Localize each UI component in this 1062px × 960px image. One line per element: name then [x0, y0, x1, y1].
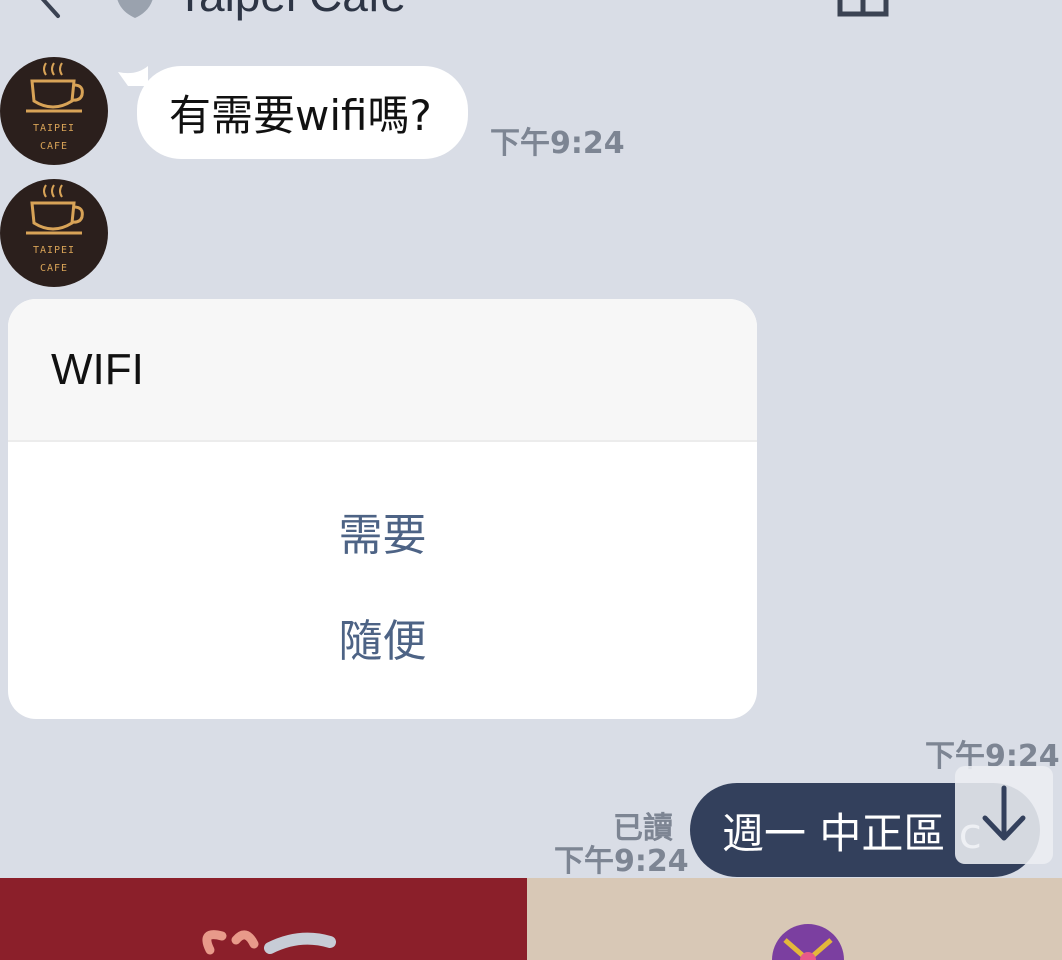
card-header: WIFI [8, 299, 757, 442]
bubble-tail [118, 66, 148, 86]
sent-time: 下午9:24 [554, 844, 689, 879]
image-preview[interactable] [0, 878, 527, 960]
avatar-text-2: CAFE [39, 263, 69, 274]
arrow-down-icon [982, 785, 1026, 841]
option-need-button[interactable]: 需要 [8, 499, 757, 563]
menu-button[interactable] [968, 0, 1008, 6]
avatar[interactable]: TAIPEI CAFE [0, 57, 108, 165]
image-graphic [772, 924, 844, 960]
sent-message-text: 週一 中正區 c [722, 808, 982, 858]
scroll-to-bottom-button[interactable] [955, 766, 1053, 864]
avatar[interactable]: TAIPEI CAFE [0, 179, 108, 287]
message-text: 有需要wifi嗎? [169, 91, 432, 140]
shield-icon [112, 0, 158, 20]
home-button[interactable] [836, 0, 890, 18]
image-preview[interactable] [527, 878, 1062, 960]
back-button[interactable] [26, 0, 74, 20]
card-title: WIFI [51, 344, 144, 394]
home-icon [837, 0, 889, 17]
message-time: 下午9:24 [490, 126, 625, 161]
avatar-text-1: TAIPEI [32, 123, 76, 134]
image-graphic [202, 930, 336, 955]
avatar-text-1: TAIPEI [32, 245, 76, 256]
chevron-down-icon [968, 0, 1008, 6]
quick-reply-card: WIFI 需要 隨便 [8, 299, 757, 719]
chat-title: Taipei Cafe [176, 0, 406, 22]
avatar-text-2: CAFE [39, 141, 69, 152]
chevron-left-icon [40, 0, 60, 18]
option-whatever-button[interactable]: 隨便 [8, 605, 757, 669]
incoming-message-bubble[interactable]: 有需要wifi嗎? [137, 66, 468, 159]
